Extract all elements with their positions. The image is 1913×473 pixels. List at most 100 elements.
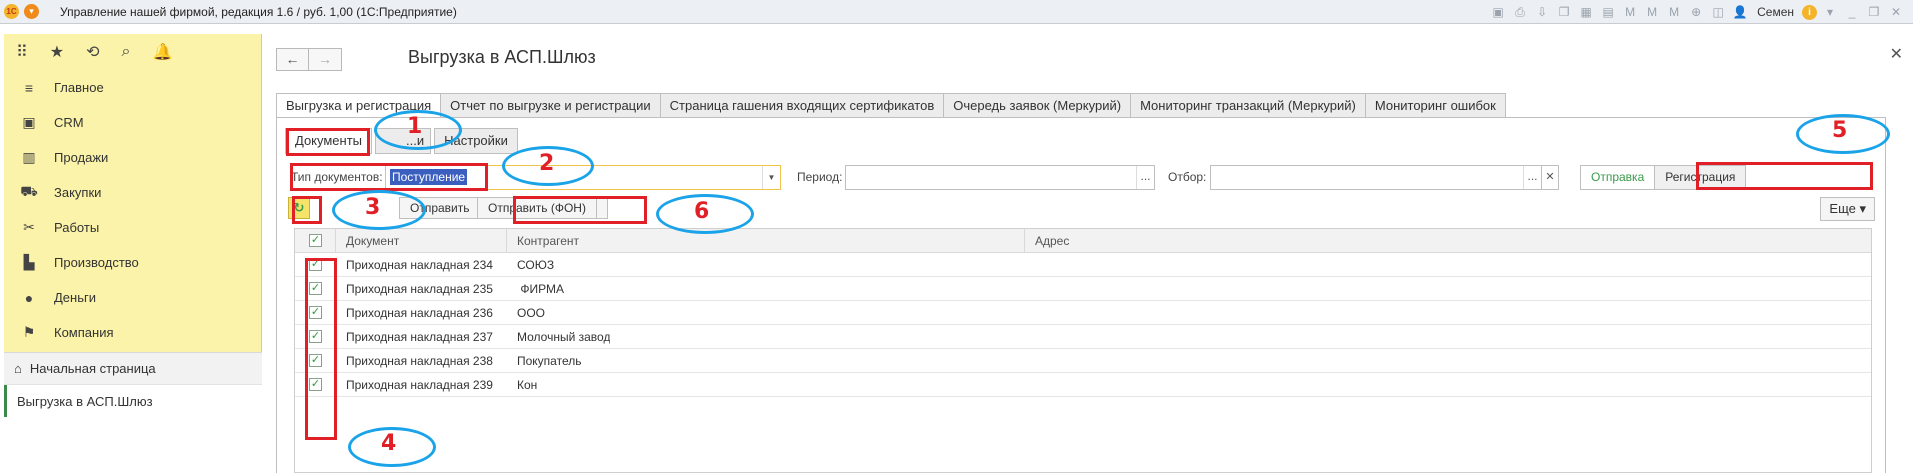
period-select-button[interactable]: ... <box>1136 166 1154 189</box>
sidebar-item-label: Деньги <box>54 290 96 305</box>
memory-plus-icon[interactable]: M <box>1643 4 1661 20</box>
sidebar-item-label: Работы <box>54 220 100 235</box>
spreadsheet-icon[interactable]: ▦ <box>1577 4 1595 20</box>
cell-document: Приходная накладная 236 ... <box>346 306 496 320</box>
sidebar-item-crm[interactable]: ▣ CRM <box>4 105 261 140</box>
search-icon[interactable]: ⌕ <box>121 43 130 61</box>
table-header: ✓ Документ Контрагент Адрес <box>295 229 1871 253</box>
save-icon[interactable]: ▣ <box>1489 4 1507 20</box>
tab-export-report[interactable]: Отчет по выгрузке и регистрации <box>441 93 661 118</box>
table-row[interactable]: ✓ Приходная накладная 236 ... ООО <box>295 301 1871 325</box>
cell-agent: Молочный завод <box>517 330 611 344</box>
sidebar-item-label: Главное <box>54 80 104 95</box>
current-window-link[interactable]: Выгрузка в АСП.Шлюз <box>4 385 262 417</box>
cart-icon: ⛟ <box>20 183 38 199</box>
user-name[interactable]: Семен <box>1757 5 1794 19</box>
1c-logo-icon: 1С <box>4 4 19 19</box>
tab-error-monitoring[interactable]: Мониторинг ошибок <box>1365 93 1506 118</box>
period-label: Период: <box>797 170 843 184</box>
chevron-down-icon[interactable]: ▼ <box>762 166 780 189</box>
filter-label: Отбор: <box>1168 170 1207 184</box>
sidebar-toolbar: ⠿ ★ ⟲ ⌕ 🔔 <box>4 34 261 70</box>
window-title: Управление нашей фирмой, редакция 1.6 / … <box>60 5 457 19</box>
annotation-number-2: 2 <box>539 151 555 176</box>
home-page-label: Начальная страница <box>29 361 156 376</box>
tab-certificates[interactable]: Страница гашения входящих сертификатов <box>660 93 945 118</box>
panels-icon[interactable]: ◫ <box>1709 4 1727 20</box>
sidebar-item-company[interactable]: ⚑ Компания <box>4 315 261 350</box>
documents-table: ✓ Документ Контрагент Адрес ✓ Приходная … <box>294 228 1872 473</box>
cash-register-icon: ▥ <box>22 149 36 165</box>
sidebar-item-main[interactable]: ≡ Главное <box>4 70 261 105</box>
calendar-icon[interactable]: ▤ <box>1599 4 1617 20</box>
sidebar-item-production[interactable]: ▙ Производство <box>4 245 261 280</box>
cell-document: Приходная накладная 239 ... <box>346 378 496 392</box>
filter-field[interactable]: ... <box>1210 165 1542 190</box>
sidebar-item-works[interactable]: ✂ Работы <box>4 210 261 245</box>
minimize-icon[interactable]: _ <box>1843 4 1861 20</box>
sidebar-item-label: Продажи <box>54 150 109 165</box>
annotation-box-doc-type <box>290 163 488 191</box>
annotation-number-1: 1 <box>407 114 423 139</box>
main-tabs: Выгрузка и регистрация Отчет по выгрузке… <box>276 93 1506 118</box>
maximize-icon[interactable]: ❐ <box>1865 4 1883 20</box>
zoom-icon[interactable]: ⊕ <box>1687 4 1705 20</box>
sidebar-item-label: Закупки <box>54 185 102 200</box>
select-all-checkbox[interactable]: ✓ <box>309 234 322 247</box>
user-icon: 👤 <box>1732 5 1748 19</box>
annotation-number-6: 6 <box>694 199 710 224</box>
contacts-icon: ▣ <box>22 114 36 130</box>
print-icon[interactable]: ⎙ <box>1511 4 1529 20</box>
annotation-box-documents <box>286 128 370 156</box>
cell-agent: ФИРМА <box>517 282 564 296</box>
attach-icon[interactable]: ⇩ <box>1533 4 1551 20</box>
clear-icon[interactable]: ✕ <box>1541 165 1559 190</box>
back-button[interactable]: ← <box>276 48 309 71</box>
sidebar-item-sales[interactable]: ▥ Продажи <box>4 140 261 175</box>
period-field[interactable]: ... <box>845 165 1155 190</box>
column-address[interactable]: Адрес <box>1024 229 1069 253</box>
table-row[interactable]: ✓ Приходная накладная 239 ... Кон <box>295 373 1871 397</box>
filter-select-button[interactable]: ... <box>1523 166 1541 189</box>
annotation-box-send-bg <box>513 196 647 224</box>
mode-send-button[interactable]: Отправка <box>1581 166 1654 189</box>
table-row[interactable]: ✓ Приходная накладная 237 ... Молочный з… <box>295 325 1871 349</box>
main-area: ← → Выгрузка в АСП.Шлюз ✕ Выгрузка и рег… <box>263 34 1913 473</box>
sidebar-item-money[interactable]: ● Деньги <box>4 280 261 315</box>
table-row[interactable]: ✓ Приходная накладная 238 ... Покупатель <box>295 349 1871 373</box>
apps-grid-icon[interactable]: ⠿ <box>16 42 28 62</box>
favorites-icon[interactable]: ★ <box>50 42 64 62</box>
column-agent[interactable]: Контрагент <box>506 229 579 253</box>
table-row[interactable]: ✓ Приходная накладная 234 ... СОЮЗ <box>295 253 1871 277</box>
bell-icon[interactable]: 🔔 <box>152 42 172 62</box>
menu-lines-icon: ≡ <box>24 79 34 96</box>
tab-request-queue[interactable]: Очередь заявок (Меркурий) <box>944 93 1132 118</box>
annotation-box-checkboxes <box>305 258 337 440</box>
tab-transaction-monitoring[interactable]: Мониторинг транзакций (Меркурий) <box>1131 93 1366 118</box>
cell-document: Приходная накладная 238 ... <box>346 354 496 368</box>
sidebar-nav: ≡ Главное ▣ CRM ▥ Продажи ⛟ Закупки ✂ Работы … <box>4 70 261 350</box>
table-row[interactable]: ✓ Приходная накладная 235 ... ФИРМА <box>295 277 1871 301</box>
window-menu-icon[interactable]: ▾ <box>1821 4 1839 20</box>
close-window-icon[interactable]: ✕ <box>1887 4 1905 20</box>
forward-button[interactable]: → <box>309 48 342 71</box>
annotation-number-3: 3 <box>365 195 381 220</box>
info-icon[interactable]: i <box>1802 4 1817 20</box>
page-title: Выгрузка в АСП.Шлюз <box>408 47 596 67</box>
more-label: Еще <box>1829 201 1856 216</box>
copy-icon[interactable]: ❐ <box>1555 4 1573 20</box>
main-menu-icon[interactable]: ▾ <box>24 4 39 19</box>
more-button[interactable]: Еще ▾ <box>1820 197 1875 221</box>
close-form-icon[interactable]: ✕ <box>1890 44 1903 64</box>
home-page-link[interactable]: ⌂ Начальная страница <box>4 353 262 385</box>
title-toolbar: ▣ ⎙ ⇩ ❐ ▦ ▤ M M M ⊕ ◫ 👤 Семен i ▾ _ ❐ ✕ <box>1489 2 1905 22</box>
sidebar-item-purchases[interactable]: ⛟ Закупки <box>4 175 261 210</box>
memory-minus-icon[interactable]: M <box>1665 4 1683 20</box>
history-icon[interactable]: ⟲ <box>86 42 99 62</box>
memory-icon[interactable]: M <box>1621 4 1639 20</box>
flag-icon: ⚑ <box>22 324 36 340</box>
column-document[interactable]: Документ <box>335 229 399 253</box>
tools-icon: ✂ <box>23 219 35 235</box>
history-nav: ← → <box>276 48 342 71</box>
cell-document: Приходная накладная 237 ... <box>346 330 496 344</box>
